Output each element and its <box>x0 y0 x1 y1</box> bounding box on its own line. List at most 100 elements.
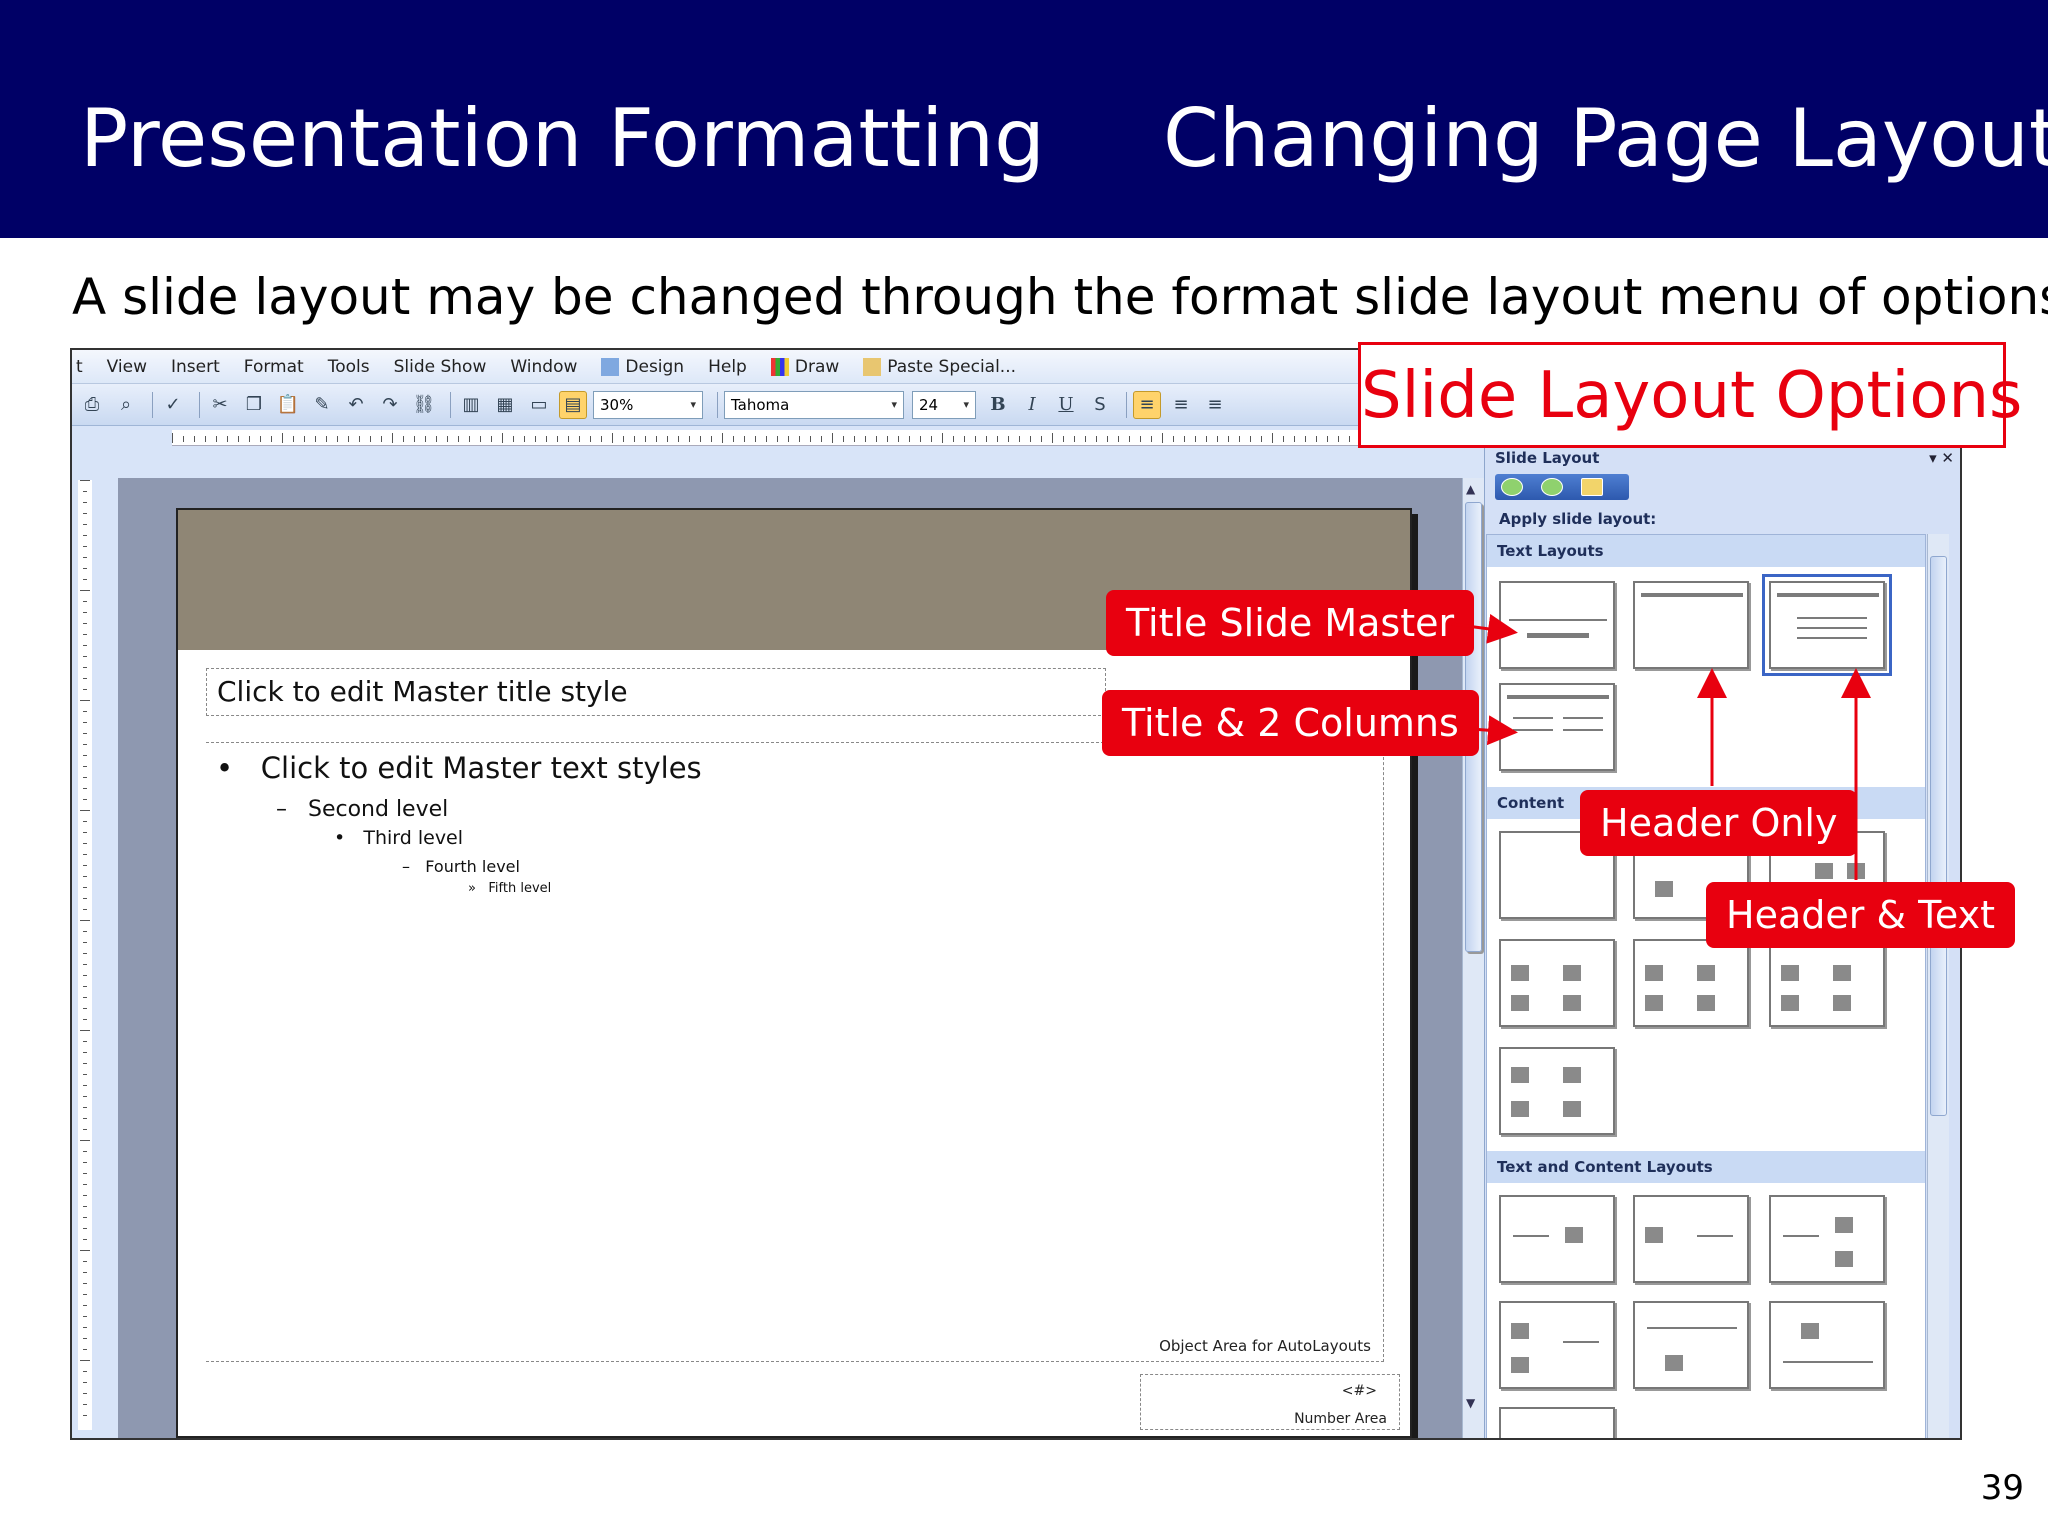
content-icon <box>1511 1101 1529 1117</box>
align-right-icon[interactable]: ≡ <box>1201 391 1229 419</box>
back-icon[interactable] <box>1501 478 1523 496</box>
ruler-tick <box>1228 436 1229 442</box>
underline-button[interactable]: U <box>1052 391 1080 419</box>
content-icon <box>1645 965 1663 981</box>
ruler-tick <box>83 821 87 822</box>
text-line <box>1563 717 1603 719</box>
home-icon[interactable] <box>1581 478 1603 496</box>
bold-button[interactable]: B <box>984 391 1012 419</box>
insert-chart-icon[interactable]: ▥ <box>457 391 485 419</box>
ruler-tick <box>216 436 217 442</box>
layout-title-only[interactable] <box>1633 581 1749 669</box>
insert-table-icon[interactable]: ▦ <box>491 391 519 419</box>
undo-icon[interactable]: ↶ <box>342 391 370 419</box>
scroll-up-icon[interactable]: ▲ <box>1466 482 1475 496</box>
grid-icon[interactable]: ▭ <box>525 391 553 419</box>
content-icon <box>1563 1067 1581 1083</box>
redo-icon[interactable]: ↷ <box>376 391 404 419</box>
layout-title-2-columns[interactable] <box>1499 683 1615 771</box>
menu-partial[interactable]: t <box>76 357 83 377</box>
show-formatting-icon[interactable]: ▤ <box>559 390 587 419</box>
ruler-tick <box>1349 436 1350 442</box>
ruler-tick <box>83 964 87 965</box>
content-icon <box>1781 965 1799 981</box>
callout-header-only: Header Only <box>1580 790 1858 856</box>
layout-four-content[interactable] <box>1769 939 1885 1027</box>
align-center-icon[interactable]: ≡ <box>1167 391 1195 419</box>
menu-draw[interactable]: Draw <box>770 357 839 377</box>
ruler-tick <box>83 579 87 580</box>
hyperlink-icon[interactable]: ⛓ <box>410 391 438 419</box>
ruler-tick <box>502 433 503 443</box>
ruler-tick <box>1118 436 1119 442</box>
scroll-thumb[interactable] <box>1930 556 1947 1116</box>
layout-two-content[interactable] <box>1499 939 1615 1027</box>
layout-title-slide[interactable] <box>1499 581 1615 669</box>
menu-design[interactable]: Design <box>601 357 684 377</box>
menu-help[interactable]: Help <box>708 357 747 377</box>
cut-icon[interactable]: ✂ <box>206 391 234 419</box>
menu-slide-show[interactable]: Slide Show <box>394 357 487 377</box>
layout-text-two-content[interactable] <box>1769 1195 1885 1283</box>
format-painter-icon[interactable]: ✎ <box>308 391 336 419</box>
spelling-icon[interactable]: ✓ <box>159 391 187 419</box>
layout-partial[interactable] <box>1499 1407 1615 1438</box>
ruler-tick <box>83 788 87 789</box>
font-select[interactable]: Tahoma ▾ <box>724 390 904 419</box>
ruler-tick <box>315 436 316 442</box>
shadow-button[interactable]: S <box>1086 391 1114 419</box>
paste-icon[interactable]: 📋 <box>274 391 302 419</box>
object-area-label: Object Area for AutoLayouts <box>1159 1337 1371 1355</box>
layout-text-over-content[interactable] <box>1633 1301 1749 1389</box>
print-icon[interactable]: ⎙ <box>78 391 106 419</box>
ruler-tick <box>249 436 250 442</box>
body-placeholder[interactable]: • Click to edit Master text styles – Sec… <box>206 742 1384 1362</box>
layout-content-over-text[interactable] <box>1769 1301 1885 1389</box>
task-pane-scrollbar[interactable] <box>1927 534 1949 1438</box>
layout-two-content-text[interactable] <box>1499 1301 1615 1389</box>
print-preview-icon[interactable]: ⌕ <box>112 391 140 419</box>
align-left-icon[interactable]: ≡ <box>1133 390 1161 419</box>
menu-paste-special[interactable]: Paste Special... <box>863 357 1016 377</box>
close-icon[interactable]: ▾ ✕ <box>1929 449 1954 467</box>
ruler-tick <box>83 777 87 778</box>
layout-title-and-text[interactable] <box>1762 574 1892 676</box>
number-area-placeholder[interactable]: <#> Number Area <box>1140 1374 1400 1430</box>
ruler-tick <box>1283 436 1284 442</box>
menu-view[interactable]: View <box>107 357 147 377</box>
layout-text-content[interactable] <box>1499 1195 1615 1283</box>
content-icon <box>1563 1101 1581 1117</box>
menu-format[interactable]: Format <box>244 357 304 377</box>
ruler-tick <box>381 436 382 442</box>
ruler-tick <box>83 634 87 635</box>
font-size-select[interactable]: 24 ▾ <box>912 390 976 419</box>
ruler-tick <box>83 1393 87 1394</box>
ruler-tick <box>83 1349 87 1350</box>
forward-icon[interactable] <box>1541 478 1563 496</box>
ruler-tick <box>83 689 87 690</box>
ruler-tick <box>1338 436 1339 442</box>
ruler-tick <box>568 436 569 442</box>
ruler-tick <box>832 433 833 443</box>
ruler-tick <box>83 733 87 734</box>
menu-window[interactable]: Window <box>510 357 577 377</box>
ruler-tick <box>83 887 87 888</box>
menu-tools[interactable]: Tools <box>328 357 370 377</box>
scroll-down-icon[interactable]: ▼ <box>1466 1396 1475 1410</box>
italic-button[interactable]: I <box>1018 391 1046 419</box>
ruler-tick <box>557 436 558 442</box>
powerpoint-screenshot: t View Insert Format Tools Slide Show Wi… <box>70 348 1962 1440</box>
layout-title-four-content[interactable] <box>1499 1047 1615 1135</box>
copy-icon[interactable]: ❐ <box>240 391 268 419</box>
ruler-tick <box>1140 436 1141 442</box>
task-pane-nav <box>1495 474 1629 500</box>
title-placeholder[interactable]: Click to edit Master title style <box>206 668 1106 716</box>
menu-insert[interactable]: Insert <box>171 357 220 377</box>
ruler-tick <box>744 436 745 442</box>
zoom-select[interactable]: 30% ▾ <box>593 390 703 419</box>
ruler-tick <box>83 1404 87 1405</box>
layout-content-over-content[interactable] <box>1633 939 1749 1027</box>
ruler-tick <box>843 436 844 442</box>
layout-content-text[interactable] <box>1633 1195 1749 1283</box>
ruler-tick <box>359 436 360 442</box>
